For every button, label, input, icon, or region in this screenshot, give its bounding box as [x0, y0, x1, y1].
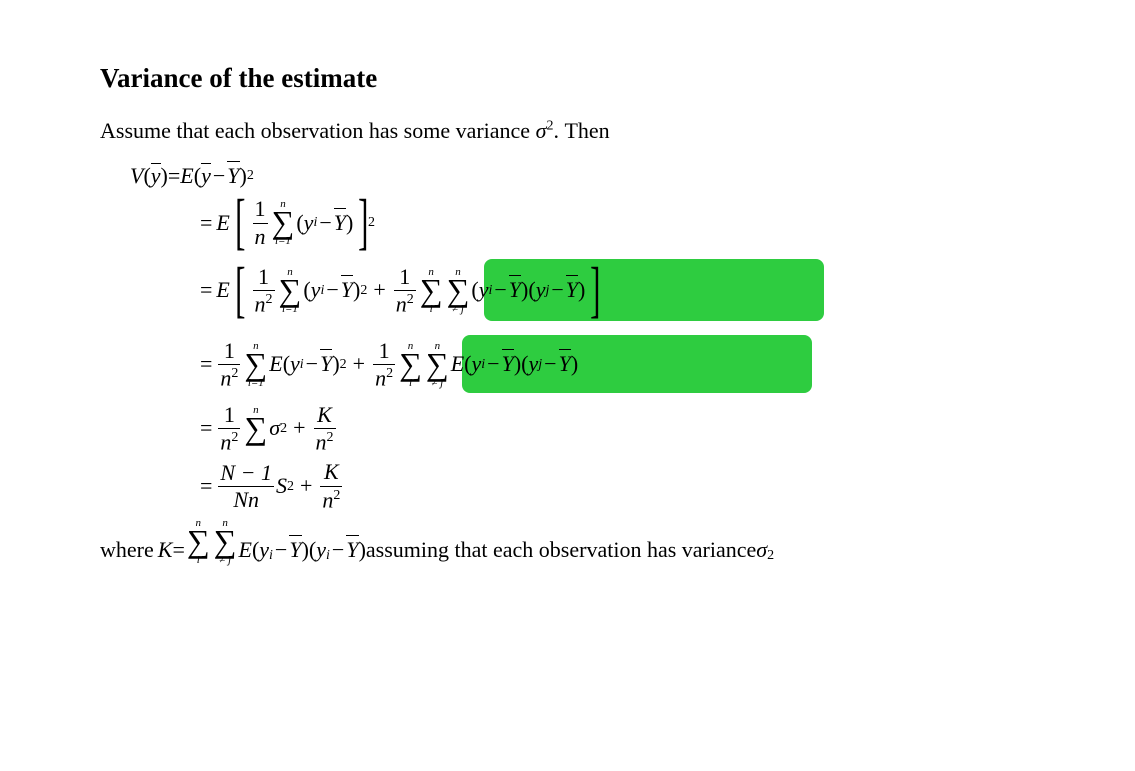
sigma-symbol: σ [536, 118, 547, 143]
section-title: Variance of the estimate [100, 60, 1035, 98]
ybar2: y [201, 161, 211, 192]
K: K [158, 535, 173, 566]
equals: = [172, 535, 184, 566]
eq-line-4: = 1 n2 n∑i=1 E (yi − Y)2 + 1 n2 n∑i n∑≠ … [130, 333, 1035, 397]
V: V [130, 161, 143, 192]
derivation-block: V(y) = E(y − Y)2 = E [ 1n n ∑ i=1 (yi − … [130, 161, 1035, 513]
eq-line-2: = E [ 1n n ∑ i=1 (yi − Y) ]2 [130, 197, 1035, 248]
plus: + [373, 275, 385, 306]
eq-line-5: = 1 n2 n∑ σ2 + K n2 [130, 403, 1035, 455]
E: E [216, 208, 229, 239]
ybar: y [151, 161, 161, 192]
intro-text: Assume that each observation has some va… [100, 118, 536, 143]
yi: y [304, 208, 314, 239]
E: E [238, 535, 251, 566]
minus: − [213, 161, 225, 192]
equals: = [200, 208, 212, 239]
sum-i: n∑i [187, 518, 210, 566]
sq: 2 [767, 546, 774, 566]
intro-suffix: . Then [553, 118, 609, 143]
sq: 2 [247, 166, 254, 186]
where-paragraph: where K = n∑i n∑≠ j E (yi − Y)(yi − Y) a… [100, 518, 1035, 566]
assuming-text: assuming that each observation has varia… [366, 535, 756, 566]
eq-line-6: = N − 1 Nn S2 + K n2 [130, 460, 1035, 512]
E: E [180, 161, 193, 192]
Ybar: Y [227, 161, 239, 192]
equals: = [168, 161, 180, 192]
sum-i1-n: n ∑ i=1 [272, 199, 295, 247]
eq-line-1: V(y) = E(y − Y)2 [130, 161, 1035, 192]
sum-nej: n∑≠ j [214, 518, 237, 566]
intro-paragraph: Assume that each observation has some va… [100, 116, 1035, 147]
frac-1-over-n: 1n [253, 197, 268, 248]
where-label: where [100, 535, 154, 566]
sigma: σ [756, 535, 767, 566]
eq-line-3: = E [ 1 n2 n∑i=1 (yi − Y)2 + 1 n2 n∑i [130, 255, 1035, 327]
frac-1-over-n2: 1 n2 [253, 265, 275, 317]
